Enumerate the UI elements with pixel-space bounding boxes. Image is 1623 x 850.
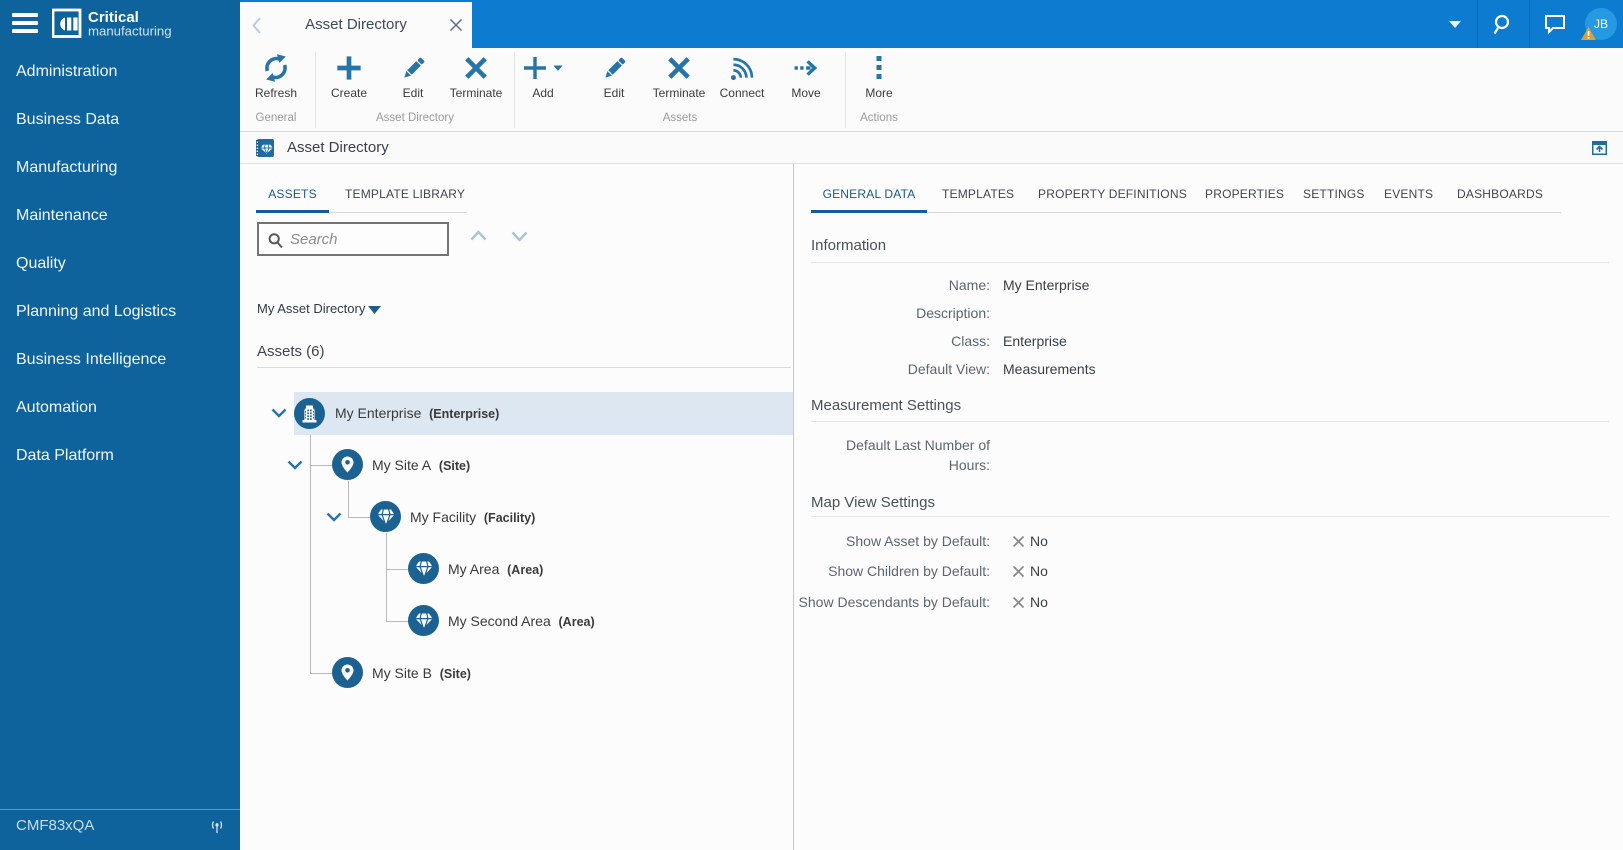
svg-text:manufacturing: manufacturing — [88, 24, 172, 39]
